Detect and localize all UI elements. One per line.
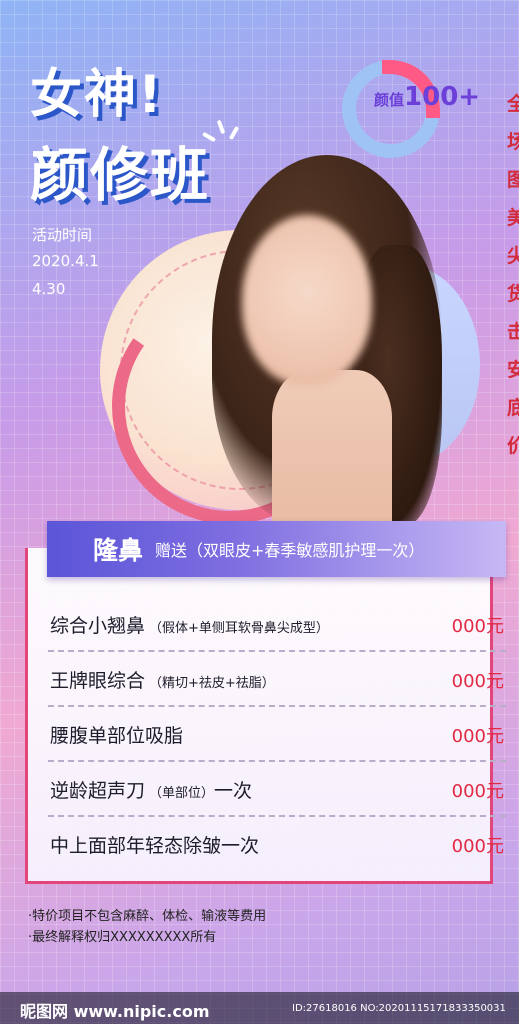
activity-label: 活动时间: [32, 226, 93, 244]
side-vertical-text: 全 场 图 美 尖 货 击 安 底 价: [507, 93, 519, 457]
page-title-line2: 颜修班: [30, 141, 211, 209]
beauty-badge: 颜值100+: [374, 82, 480, 112]
item-name: 中上面部年轻态除皱一次: [50, 835, 260, 857]
badge-value: 100+: [404, 82, 481, 112]
item-price: 000元: [451, 616, 504, 637]
list-item: 王牌眼综合 （精切+祛皮+祛脂） 000元: [48, 650, 506, 707]
item-name: 综合小翘鼻: [50, 615, 146, 637]
item-tail: 一次: [214, 780, 253, 802]
item-price: 000元: [451, 671, 504, 692]
item-note: （假体+单侧耳软骨鼻尖成型）: [149, 621, 329, 636]
item-price: 000元: [451, 836, 504, 857]
model-photo: [212, 155, 442, 530]
banner-sub: 赠送（双眼皮+春季敏感肌护理一次）: [155, 541, 425, 560]
list-item: 逆龄超声刀 （单部位）一次 000元: [48, 760, 506, 817]
watermark-id: ID:27618016 NO:20201115171833350031: [292, 1003, 506, 1014]
item-price: 000元: [451, 726, 504, 747]
badge-prefix: 颜值: [374, 91, 405, 109]
activity-date-start: 2020.4.1: [32, 252, 99, 270]
item-note: （精切+祛皮+祛脂）: [149, 676, 275, 691]
list-item: 综合小翘鼻 （假体+单侧耳软骨鼻尖成型） 000元: [48, 595, 506, 652]
item-price: 000元: [451, 781, 504, 802]
list-item: 中上面部年轻态除皱一次 000元: [48, 815, 506, 870]
banner-main: 隆鼻: [93, 536, 144, 565]
page-title-line1: 女神!: [30, 65, 164, 125]
item-name: 腰腹单部位吸脂: [50, 725, 184, 747]
list-item: 腰腹单部位吸脂 000元: [48, 705, 506, 762]
footnote-1: ·特价项目不包含麻醉、体检、输液等费用: [28, 909, 267, 924]
footnote-2: ·最终解释权归XXXXXXXXX所有: [28, 930, 217, 945]
activity-date-end: 4.30: [32, 280, 66, 298]
watermark-logo: 昵图网 www.nipic.com: [20, 1002, 210, 1021]
item-name: 逆龄超声刀: [50, 780, 146, 802]
item-note: （单部位）: [149, 786, 215, 801]
promo-banner: 隆鼻 赠送（双眼皮+春季敏感肌护理一次）: [47, 521, 506, 577]
burst-icon: [201, 118, 241, 146]
item-name: 王牌眼综合: [50, 670, 146, 692]
